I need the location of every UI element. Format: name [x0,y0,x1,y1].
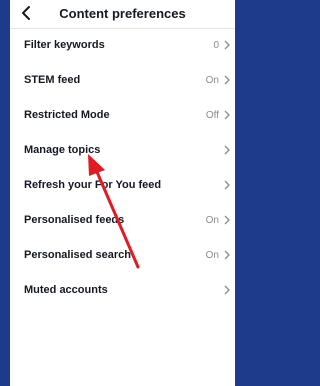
row-label: Personalised search [24,249,132,261]
chevron-right-icon [224,215,230,225]
settings-row-stem-feed[interactable]: STEM feed On [10,63,235,98]
chevron-right-icon [224,250,230,260]
chevron-right-icon [224,285,230,295]
row-label: Manage topics [24,144,101,156]
settings-list: Filter keywords 0 STEM feed On Restricte… [10,28,235,308]
settings-row-filter-keywords[interactable]: Filter keywords 0 [10,28,235,63]
chevron-right-icon [224,40,230,50]
row-label: STEM feed [24,74,81,86]
chevron-right-icon [224,75,230,85]
chevron-right-icon [224,110,230,120]
content-preferences-screen: Content preferences Filter keywords 0 ST… [10,0,235,386]
settings-row-refresh-feed[interactable]: Refresh your For You feed [10,168,235,203]
settings-row-muted-accounts[interactable]: Muted accounts [10,273,235,308]
row-label: Filter keywords [24,39,105,51]
settings-row-restricted-mode[interactable]: Restricted Mode Off [10,98,235,133]
page-title: Content preferences [59,6,186,21]
row-label: Personalised feeds [24,214,125,226]
settings-row-personalised-search[interactable]: Personalised search On [10,238,235,273]
row-value: On [205,215,219,226]
row-label: Refresh your For You feed [24,179,162,191]
row-label: Muted accounts [24,284,108,296]
row-label: Restricted Mode [24,109,110,121]
row-value: Off [205,110,219,121]
chevron-right-icon [224,180,230,190]
row-value: On [205,75,219,86]
settings-row-personalised-feeds[interactable]: Personalised feeds On [10,203,235,238]
row-value: On [205,250,219,261]
header-bar: Content preferences [10,0,235,29]
settings-row-manage-topics[interactable]: Manage topics [10,133,235,168]
row-value: 0 [213,40,219,51]
chevron-right-icon [224,145,230,155]
